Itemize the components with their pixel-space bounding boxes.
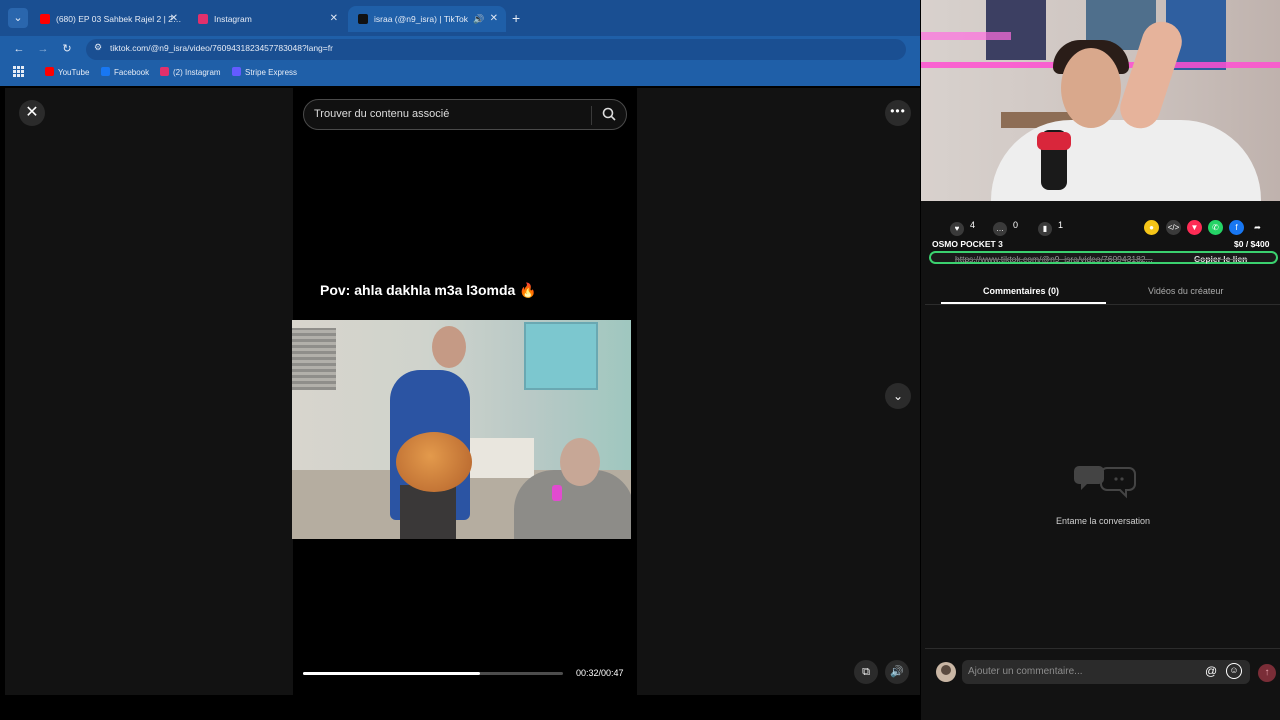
tab-label: Instagram xyxy=(214,14,252,24)
video-caption: Pov: ahla dakhla m3a l3omda 🔥 xyxy=(320,282,537,299)
youtube-icon xyxy=(40,14,50,24)
save-count[interactable]: ▮ 1 xyxy=(1038,220,1063,236)
volume-icon[interactable]: 🔊 xyxy=(885,660,909,684)
comment-divider xyxy=(925,648,1280,649)
webcam-overlay xyxy=(921,0,1280,201)
tab-label: (680) EP 03 Sahbek Rajel 2 | 2… xyxy=(56,14,182,24)
bookmark-label: Facebook xyxy=(114,68,150,77)
side-panel xyxy=(921,201,1280,720)
bookmark-facebook[interactable]: Facebook xyxy=(101,67,149,77)
instagram-icon xyxy=(198,14,208,24)
tab-tiktok[interactable]: israa (@n9_isra) | TikTok 🔊 ✕ xyxy=(348,6,506,32)
video-progress-fill xyxy=(303,672,480,675)
stripe-icon xyxy=(232,67,241,76)
goal-title: OSMO POCKET 3 xyxy=(932,239,1003,249)
close-icon[interactable]: ✕ xyxy=(170,6,178,32)
tab-label: israa (@n9_isra) | TikTok xyxy=(374,14,468,24)
comment-count-value: 0 xyxy=(1013,220,1019,230)
save-count-value: 1 xyxy=(1058,220,1064,230)
bookmarks-bar: YouTube Facebook (2) Instagram Stripe Ex… xyxy=(0,62,920,84)
video-link-url: https://www.tiktok.com/@n9_isra/video/76… xyxy=(955,254,1153,264)
search-placeholder: Trouver du contenu associé xyxy=(314,108,450,120)
post-comment-button[interactable]: ↑ xyxy=(1258,664,1276,682)
bookmark-label: (2) Instagram xyxy=(173,68,221,77)
caption-text: Pov: ahla dakhla m3a l3omda xyxy=(320,282,516,298)
share-arrow-icon[interactable]: ➦ xyxy=(1250,220,1265,235)
bookmark-label: YouTube xyxy=(58,68,90,77)
bookmark-youtube[interactable]: YouTube xyxy=(45,67,89,77)
reload-icon[interactable]: ↻ xyxy=(58,40,76,58)
video-time: 00:32/00:47 xyxy=(576,668,624,678)
embed-icon[interactable]: </> xyxy=(1166,220,1181,235)
bookmark-instagram[interactable]: (2) Instagram xyxy=(160,67,221,77)
address-bar[interactable]: ⚙ tiktok.com/@n9_isra/video/760943182345… xyxy=(86,39,906,60)
mini-player-icon[interactable]: ⧉ xyxy=(854,660,878,684)
heart-icon: ♥ xyxy=(950,222,964,236)
goal-amount: $0 / $400 xyxy=(1234,239,1270,249)
bookmark-stripe[interactable]: Stripe Express xyxy=(232,67,297,77)
tab-bar: ⌄ (680) EP 03 Sahbek Rajel 2 | 2… ✕ Inst… xyxy=(0,0,920,36)
like-count[interactable]: ♥ 4 xyxy=(950,220,975,236)
fire-emoji: 🔥 xyxy=(519,282,537,298)
more-options-icon[interactable]: ••• xyxy=(885,100,911,126)
user-avatar[interactable] xyxy=(936,662,956,682)
coin-icon[interactable]: ● xyxy=(1144,220,1159,235)
comment-bubble-icon: … xyxy=(993,222,1007,236)
close-icon[interactable]: ✕ xyxy=(490,6,498,32)
new-tab-button[interactable]: + xyxy=(512,10,520,26)
empty-comments-icon xyxy=(1074,466,1136,499)
next-video-chevron-icon[interactable]: ⌄ xyxy=(885,383,911,409)
like-count-value: 4 xyxy=(970,220,976,230)
youtube-icon xyxy=(45,67,54,76)
video-frame[interactable] xyxy=(292,320,631,539)
close-icon[interactable]: ✕ xyxy=(330,6,338,32)
whatsapp-icon[interactable]: ✆ xyxy=(1208,220,1223,235)
send-icon[interactable]: ▼ xyxy=(1187,220,1202,235)
url-text: tiktok.com/@n9_isra/video/76094318234577… xyxy=(110,43,333,53)
tab-creator-videos[interactable]: Vidéos du créateur xyxy=(1148,286,1223,296)
speaker-icon[interactable]: 🔊 xyxy=(473,6,484,32)
search-icon[interactable] xyxy=(601,106,617,122)
tab-instagram[interactable]: Instagram ✕ xyxy=(188,6,346,32)
mention-icon[interactable]: @ xyxy=(1205,664,1217,678)
bookmark-label: Stripe Express xyxy=(245,68,298,77)
comment-count[interactable]: … 0 xyxy=(993,220,1018,236)
facebook-icon xyxy=(101,67,110,76)
site-info-icon[interactable]: ⚙ xyxy=(94,42,102,53)
browser-chrome: ⌄ (680) EP 03 Sahbek Rajel 2 | 2… ✕ Inst… xyxy=(0,0,920,86)
tab-search-chevron-icon[interactable]: ⌄ xyxy=(8,8,28,28)
forward-icon[interactable]: → xyxy=(34,40,52,58)
instagram-icon xyxy=(160,67,169,76)
tab-youtube[interactable]: (680) EP 03 Sahbek Rajel 2 | 2… ✕ xyxy=(30,6,186,32)
bookmark-icon: ▮ xyxy=(1038,222,1052,236)
related-search-input[interactable]: Trouver du contenu associé xyxy=(303,99,627,130)
emoji-icon[interactable]: ☺ xyxy=(1226,663,1242,679)
close-video-button[interactable]: ✕ xyxy=(19,100,45,126)
tab-comments[interactable]: Commentaires (0) xyxy=(983,286,1059,296)
empty-comments-text: Entame la conversation xyxy=(1056,516,1151,526)
search-divider xyxy=(591,106,592,125)
back-icon[interactable]: ← xyxy=(10,40,28,58)
facebook-icon[interactable]: f xyxy=(1229,220,1244,235)
video-progress-bar[interactable] xyxy=(303,672,563,675)
tab-divider xyxy=(925,304,1280,305)
copy-link-button[interactable]: Copier le lien xyxy=(1194,254,1247,264)
tiktok-icon xyxy=(358,14,368,24)
navigation-bar: ← → ↻ ⚙ tiktok.com/@n9_isra/video/760943… xyxy=(0,36,920,62)
comment-placeholder: Ajouter un commentaire... xyxy=(968,666,1083,677)
screen: ⌄ (680) EP 03 Sahbek Rajel 2 | 2… ✕ Inst… xyxy=(0,0,1280,720)
